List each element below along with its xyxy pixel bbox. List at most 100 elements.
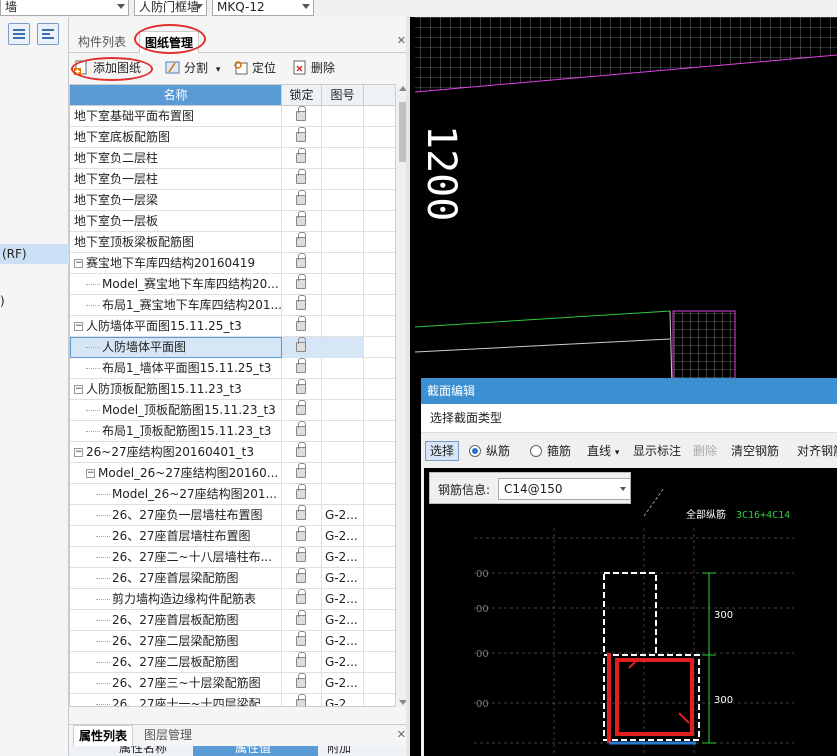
lock-icon[interactable] <box>296 232 306 247</box>
row-name-cell[interactable]: 26、27座二层板配筋图 <box>70 652 282 673</box>
table-row[interactable]: 布局1_墙体平面图15.11.25_t3 <box>70 358 395 379</box>
row-lock-cell[interactable] <box>282 652 322 673</box>
lock-icon[interactable] <box>296 337 306 352</box>
row-name-cell[interactable]: 地下室负二层柱 <box>70 148 282 169</box>
row-lock-cell[interactable] <box>282 505 322 526</box>
table-row[interactable]: 26、27座十一~十四层梁配 G-2... <box>70 694 395 706</box>
row-number-cell[interactable] <box>322 316 364 337</box>
lock-icon[interactable] <box>296 211 306 226</box>
lock-icon[interactable] <box>296 547 306 562</box>
table-row[interactable]: 地下室负一层柱 <box>70 169 395 190</box>
table-row[interactable]: 布局1_顶板配筋图15.11.23_t3 <box>70 421 395 442</box>
close-icon[interactable]: ✕ <box>397 34 406 47</box>
row-number-cell[interactable]: G-2... <box>322 505 364 526</box>
delete-drawing-button[interactable]: 删除 <box>292 59 335 77</box>
row-name-cell[interactable]: 地下室基础平面布置图 <box>70 106 282 127</box>
row-number-cell[interactable] <box>322 442 364 463</box>
row-lock-cell[interactable] <box>282 190 322 211</box>
lock-icon[interactable] <box>296 295 306 310</box>
row-lock-cell[interactable] <box>282 253 322 274</box>
table-row[interactable]: −26~27座结构图20160401_t3 <box>70 442 395 463</box>
row-lock-cell[interactable] <box>282 211 322 232</box>
row-name-cell[interactable]: 26、27座首层板配筋图 <box>70 610 282 631</box>
component-combo[interactable]: MKQ-12 <box>212 0 314 16</box>
row-name-cell[interactable]: Model_赛宝地下车库四结构20... <box>70 274 282 295</box>
row-lock-cell[interactable] <box>282 589 322 610</box>
row-name-cell[interactable]: 26、27座二层梁配筋图 <box>70 631 282 652</box>
row-name-cell[interactable]: 布局1_赛宝地下车库四结构201... <box>70 295 282 316</box>
lock-icon[interactable] <box>296 190 306 205</box>
row-number-cell[interactable]: G-2... <box>322 652 364 673</box>
table-row[interactable]: 剪力墙构造边缘构件配筋表 G-2... <box>70 589 395 610</box>
table-row[interactable]: 人防墙体平面图 <box>70 337 395 358</box>
lock-icon[interactable] <box>296 631 306 646</box>
table-row[interactable]: Model_26~27座结构图201... <box>70 484 395 505</box>
table-row[interactable]: 地下室负一层板 <box>70 211 395 232</box>
row-lock-cell[interactable] <box>282 400 322 421</box>
list-view-button[interactable] <box>8 23 30 45</box>
table-row[interactable]: 26、27座二层板配筋图 G-2... <box>70 652 395 673</box>
row-name-cell[interactable]: 26、27座二~十八层墙柱布... <box>70 547 282 568</box>
table-row[interactable]: − 赛宝地下车库四结构20160419 <box>70 253 395 274</box>
row-lock-cell[interactable] <box>282 295 322 316</box>
scroll-thumb[interactable] <box>399 102 406 162</box>
row-number-cell[interactable] <box>322 148 364 169</box>
row-number-cell[interactable] <box>322 253 364 274</box>
lock-icon[interactable] <box>296 106 306 121</box>
row-lock-cell[interactable] <box>282 547 322 568</box>
section-canvas[interactable]: 钢筋信息: C14@150 全部纵筋 3C16+4C14 300 300 00 … <box>424 468 837 756</box>
row-name-cell[interactable]: − Model_26~27座结构图20160... <box>70 463 282 484</box>
row-number-cell[interactable] <box>322 274 364 295</box>
row-number-cell[interactable]: G-2... <box>322 547 364 568</box>
row-number-cell[interactable]: G-2... <box>322 694 364 706</box>
row-name-cell[interactable]: 地下室顶板梁板配筋图 <box>70 232 282 253</box>
lock-icon[interactable] <box>296 148 306 163</box>
table-row[interactable]: − Model_26~27座结构图20160... <box>70 463 395 484</box>
lock-icon[interactable] <box>296 253 306 268</box>
row-name-cell[interactable]: 26、27座十一~十四层梁配 <box>70 694 282 706</box>
row-number-cell[interactable]: G-2... <box>322 526 364 547</box>
lock-icon[interactable] <box>296 652 306 667</box>
row-number-cell[interactable] <box>322 169 364 190</box>
column-header-number[interactable]: 图号 <box>322 85 364 106</box>
subtype-combo[interactable]: 人防门框墙 <box>134 0 207 16</box>
lock-icon[interactable] <box>296 694 306 706</box>
lock-icon[interactable] <box>296 610 306 625</box>
lock-icon[interactable] <box>296 484 306 499</box>
row-lock-cell[interactable] <box>282 421 322 442</box>
locate-button[interactable]: 定位 <box>233 59 276 77</box>
table-row[interactable]: Model_顶板配筋图15.11.23_t3 <box>70 400 395 421</box>
row-lock-cell[interactable] <box>282 694 322 706</box>
table-row[interactable]: 26、27座首层墙柱布置图 G-2... <box>70 526 395 547</box>
row-lock-cell[interactable] <box>282 337 322 358</box>
row-number-cell[interactable] <box>322 358 364 379</box>
row-name-cell[interactable]: −26~27座结构图20160401_t3 <box>70 442 282 463</box>
lock-icon[interactable] <box>296 127 306 142</box>
row-name-cell[interactable]: 地下室负一层梁 <box>70 190 282 211</box>
lock-icon[interactable] <box>296 274 306 289</box>
row-name-cell[interactable]: − 人防墙体平面图15.11.25_t3 <box>70 316 282 337</box>
row-name-cell[interactable]: 地下室负一层柱 <box>70 169 282 190</box>
row-name-cell[interactable]: 26、27座三~十层梁配筋图 <box>70 673 282 694</box>
row-number-cell[interactable]: G-2... <box>322 673 364 694</box>
lock-icon[interactable] <box>296 358 306 373</box>
row-lock-cell[interactable] <box>282 169 322 190</box>
row-name-cell[interactable]: Model_26~27座结构图201... <box>70 484 282 505</box>
table-row[interactable]: Model_赛宝地下车库四结构20... <box>70 274 395 295</box>
lock-icon[interactable] <box>296 442 306 457</box>
row-number-cell[interactable]: G-2... <box>322 610 364 631</box>
row-number-cell[interactable]: G-2... <box>322 568 364 589</box>
lock-icon[interactable] <box>296 379 306 394</box>
row-lock-cell[interactable] <box>282 274 322 295</box>
row-name-cell[interactable]: 剪力墙构造边缘构件配筋表 <box>70 589 282 610</box>
row-name-cell[interactable]: Model_顶板配筋图15.11.23_t3 <box>70 400 282 421</box>
row-name-cell[interactable]: − 人防顶板配筋图15.11.23_t3 <box>70 379 282 400</box>
row-number-cell[interactable] <box>322 421 364 442</box>
row-lock-cell[interactable] <box>282 463 322 484</box>
tree-item-selected[interactable]: (RF) <box>0 244 69 264</box>
lock-icon[interactable] <box>296 568 306 583</box>
longitudinal-radio[interactable]: 纵筋 <box>469 442 510 460</box>
row-lock-cell[interactable] <box>282 568 322 589</box>
table-row[interactable]: 26、27座首层板配筋图 G-2... <box>70 610 395 631</box>
lock-icon[interactable] <box>296 589 306 604</box>
